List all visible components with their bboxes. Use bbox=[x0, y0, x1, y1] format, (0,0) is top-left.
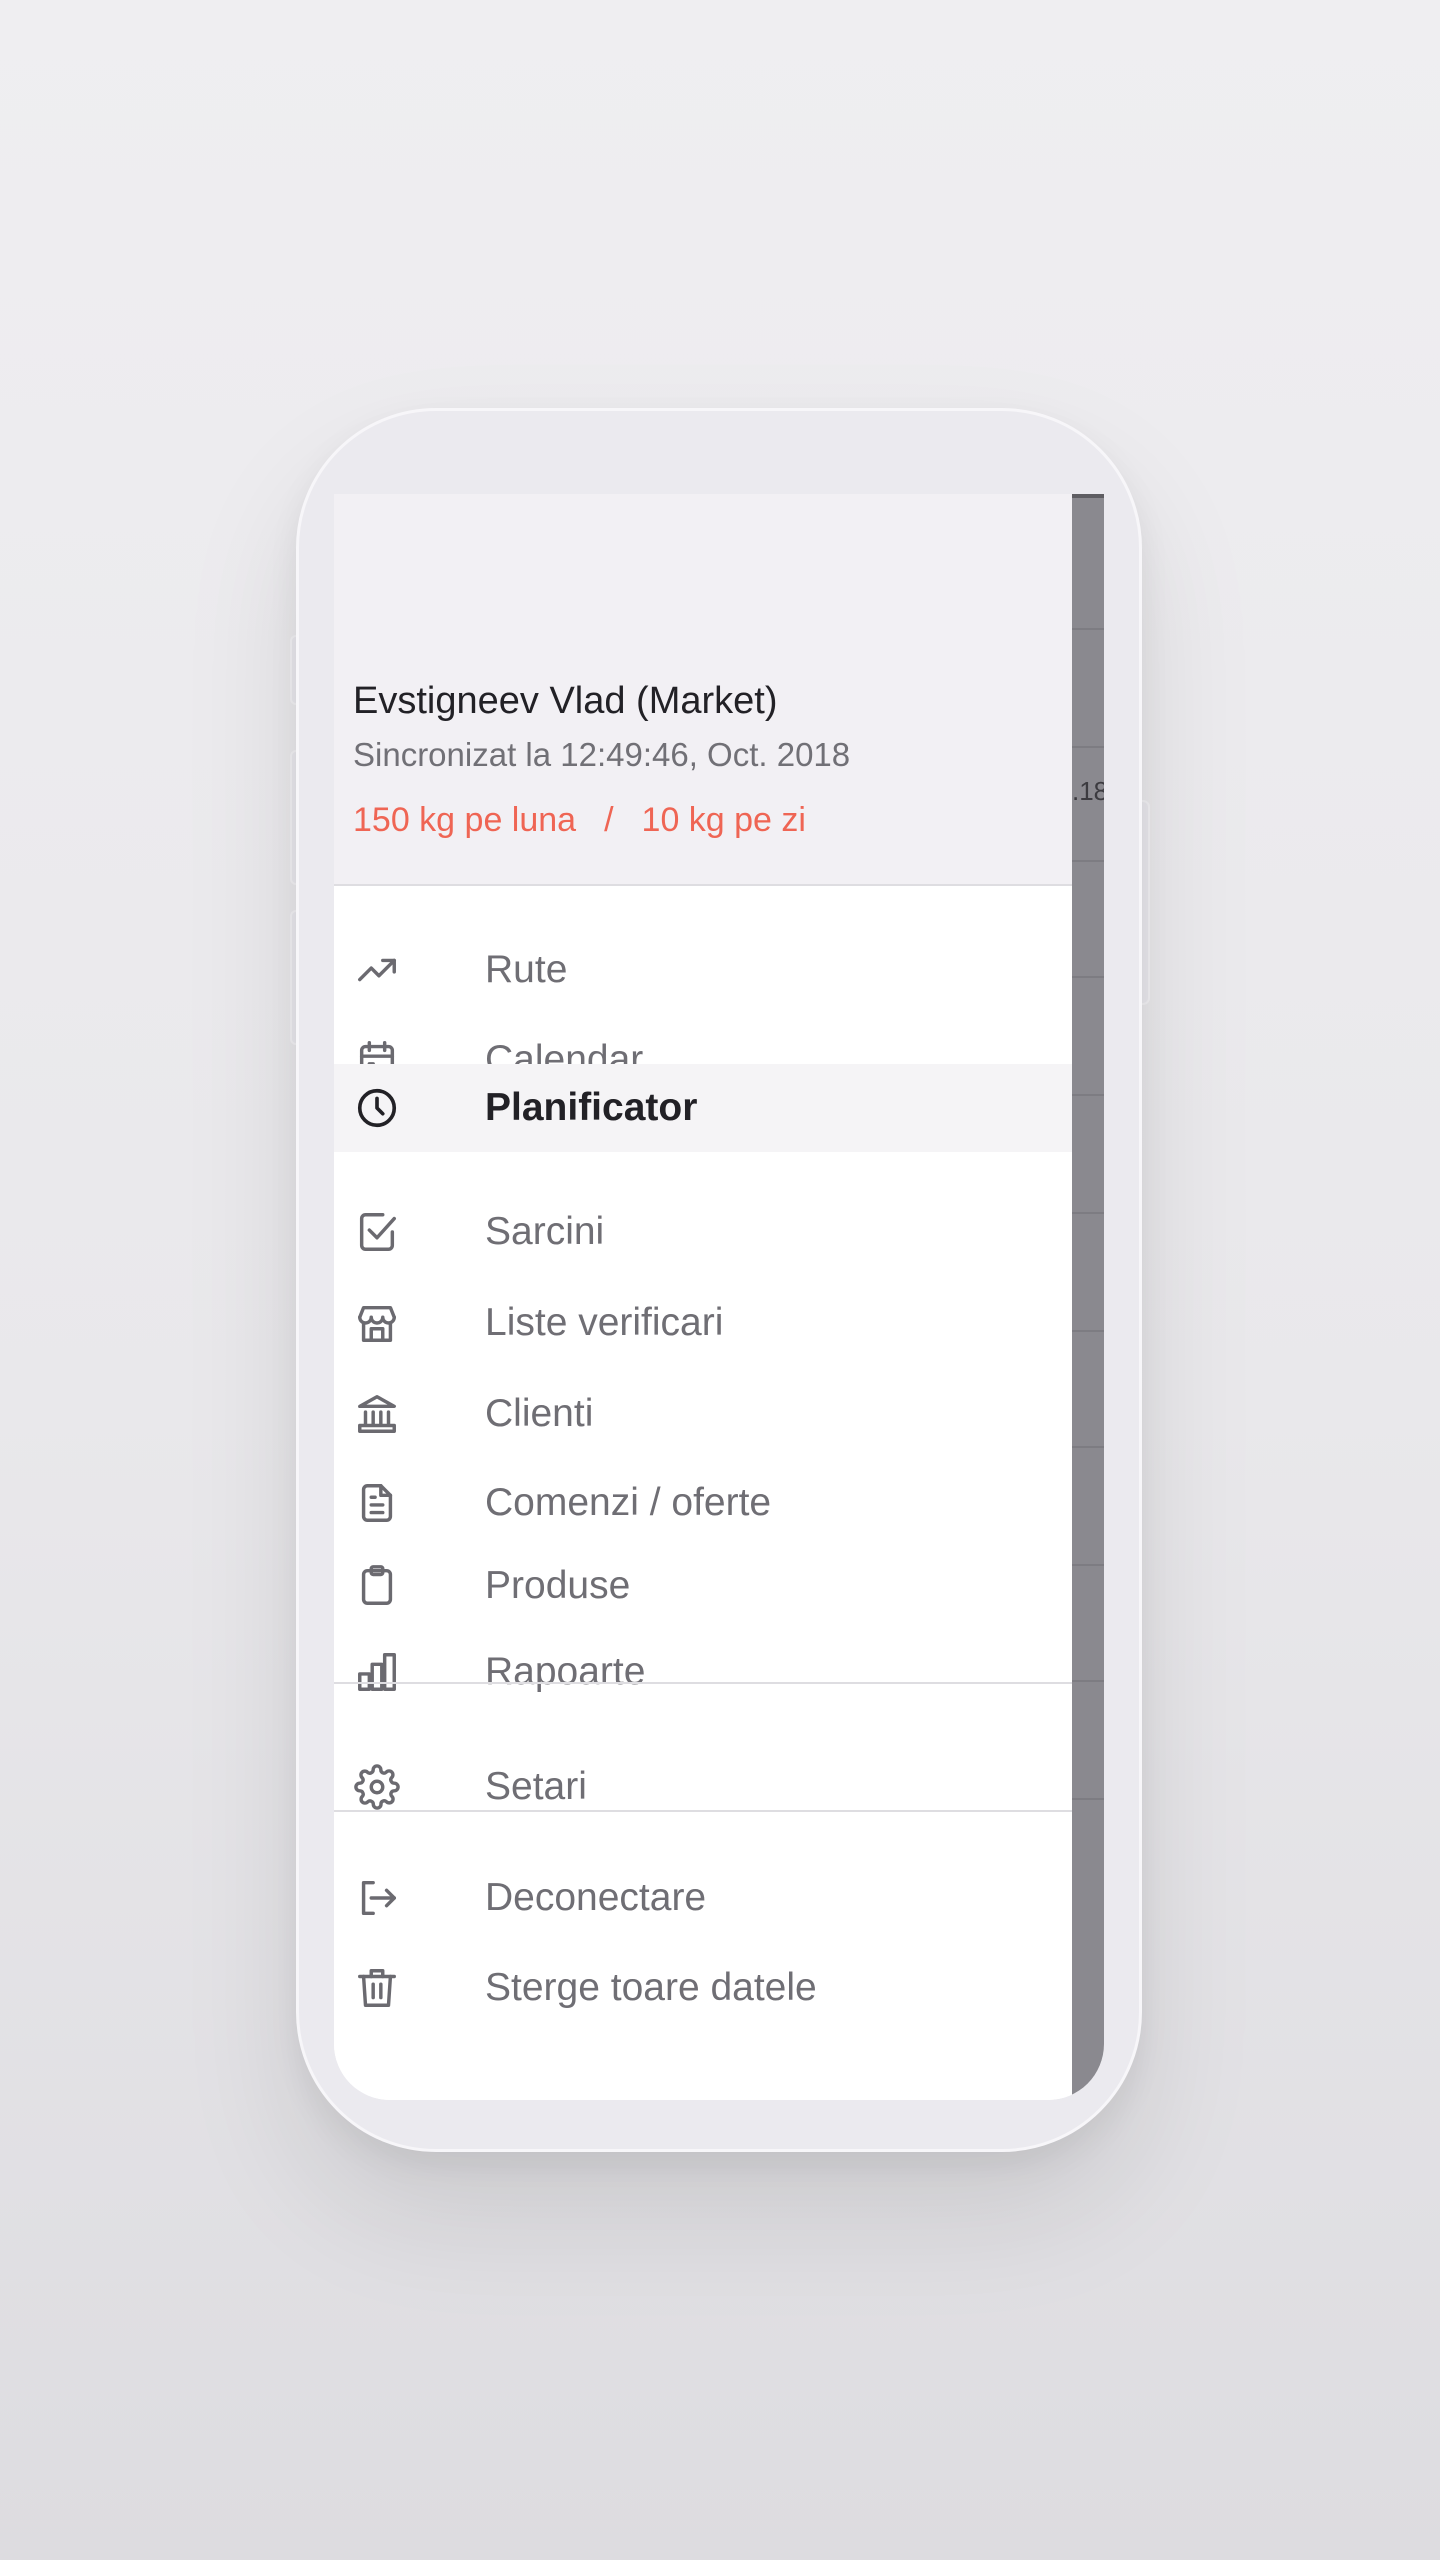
gear-icon bbox=[354, 1764, 400, 1810]
menu-item-rute[interactable]: Rute bbox=[334, 929, 1072, 1011]
menu-item-sterge-datele[interactable]: Sterge toare datele bbox=[334, 1947, 1072, 2029]
store-icon bbox=[354, 1300, 400, 1346]
menu-item-label: Planificator bbox=[485, 1086, 698, 1129]
menu-item-setari[interactable]: Setari bbox=[334, 1746, 1072, 1828]
menu-item-label: Produse bbox=[485, 1564, 631, 1607]
sync-status: Sincronizat la 12:49:46, Oct. 2018 bbox=[353, 736, 851, 773]
clipboard-icon bbox=[354, 1563, 400, 1609]
menu-item-label: Setari bbox=[485, 1765, 587, 1808]
menu-item-deconectare[interactable]: Deconectare bbox=[334, 1857, 1072, 1939]
background-app-divider bbox=[1072, 1446, 1104, 1448]
trash-icon bbox=[354, 1965, 400, 2011]
menu-item-liste-verificari[interactable]: Liste verificari bbox=[334, 1282, 1072, 1364]
phone-screen: .18 Evstigneev Vlad (Market) Sincronizat… bbox=[334, 494, 1104, 2100]
navigation-drawer: Evstigneev Vlad (Market) Sincronizat la … bbox=[334, 494, 1072, 2100]
quota-day: 10 kg pe zi bbox=[641, 801, 806, 839]
menu-item-rapoarte[interactable]: Rapoarte bbox=[334, 1631, 1072, 1713]
clock-icon bbox=[354, 1085, 400, 1131]
user-name: Evstigneev Vlad (Market) bbox=[353, 680, 778, 722]
logout-icon bbox=[354, 1875, 400, 1921]
document-icon bbox=[354, 1480, 400, 1526]
background-app-text: .18 bbox=[1072, 776, 1104, 806]
menu-item-clienti[interactable]: Clienti bbox=[334, 1373, 1072, 1455]
background-app-divider bbox=[1072, 628, 1104, 630]
background-app-divider bbox=[1072, 1094, 1104, 1096]
quota-month: 150 kg pe luna bbox=[353, 801, 577, 839]
trending-up-icon bbox=[354, 947, 400, 993]
background-app-divider bbox=[1072, 1212, 1104, 1214]
menu-item-label: Clienti bbox=[485, 1392, 594, 1435]
bank-icon bbox=[354, 1391, 400, 1437]
quota-separator: / bbox=[604, 801, 614, 839]
menu-item-planificator[interactable]: Planificator bbox=[334, 1064, 1072, 1152]
menu-divider bbox=[334, 1810, 1072, 1812]
menu-item-sarcini[interactable]: Sarcini bbox=[334, 1191, 1072, 1273]
background-app-divider bbox=[1072, 1564, 1104, 1566]
menu-item-comenzi-oferte[interactable]: Comenzi / oferte bbox=[334, 1462, 1072, 1544]
background-app-overlay[interactable]: .18 bbox=[1072, 494, 1104, 2100]
menu-item-label: Rute bbox=[485, 948, 568, 991]
background-app-topbar bbox=[1072, 494, 1104, 498]
background-app-divider bbox=[1072, 1330, 1104, 1332]
menu-item-label: Rapoarte bbox=[485, 1650, 646, 1693]
menu-item-label: Liste verificari bbox=[485, 1301, 724, 1344]
menu-item-label: Deconectare bbox=[485, 1876, 707, 1919]
background-app-divider bbox=[1072, 860, 1104, 862]
bar-chart-icon bbox=[354, 1649, 400, 1695]
menu-item-label: Sterge toare datele bbox=[485, 1966, 817, 2009]
background-app-divider bbox=[1072, 746, 1104, 748]
checkbox-icon bbox=[354, 1209, 400, 1255]
background-app-divider bbox=[1072, 1680, 1104, 1682]
background-app-divider bbox=[1072, 976, 1104, 978]
background-app-divider bbox=[1072, 1798, 1104, 1800]
menu-item-label: Sarcini bbox=[485, 1210, 605, 1253]
drawer-header: Evstigneev Vlad (Market) Sincronizat la … bbox=[334, 494, 1072, 886]
menu-divider bbox=[334, 1682, 1072, 1684]
quota-summary: 150 kg pe luna / 10 kg pe zi bbox=[353, 801, 806, 840]
menu-item-produse[interactable]: Produse bbox=[334, 1545, 1072, 1627]
menu-item-label: Comenzi / oferte bbox=[485, 1481, 772, 1524]
